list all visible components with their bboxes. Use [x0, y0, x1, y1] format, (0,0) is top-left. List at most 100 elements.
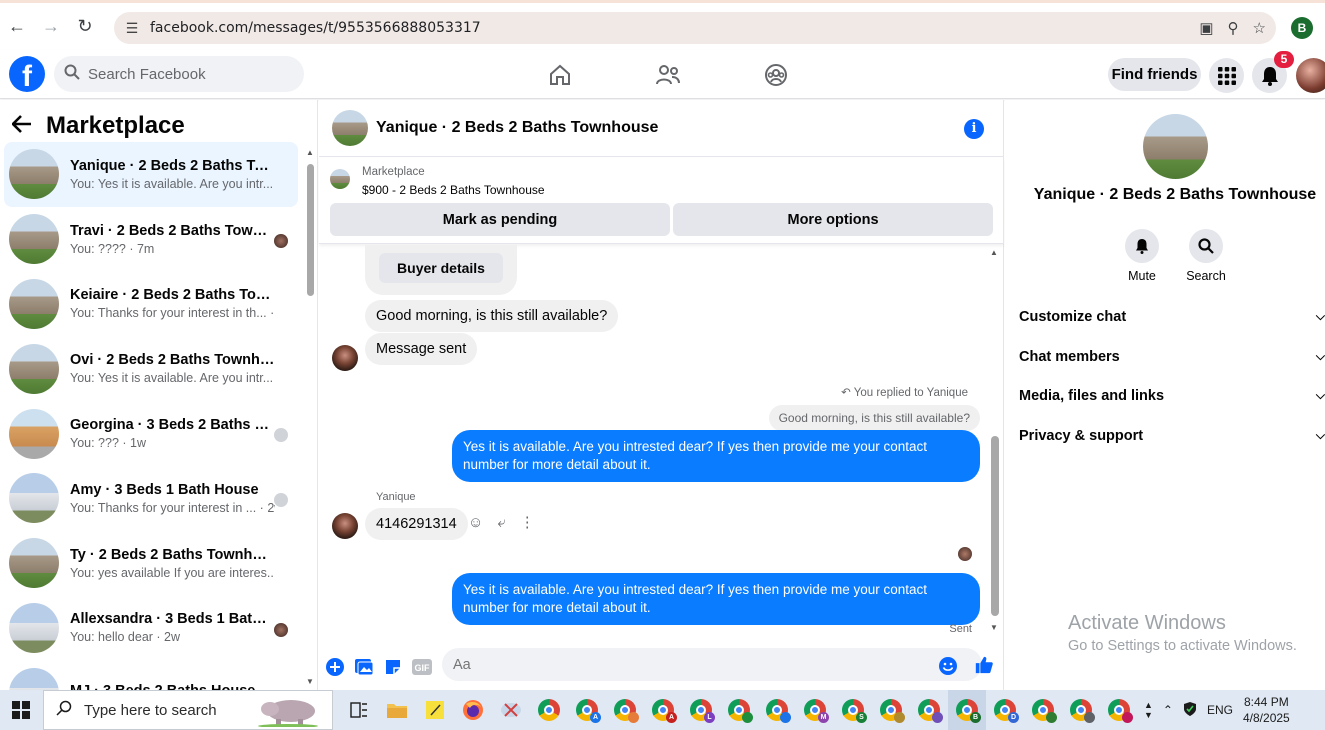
chrome-profile-icon[interactable]: S [834, 690, 872, 730]
outgoing-message[interactable]: Yes it is available. Are you intrested d… [452, 573, 980, 625]
mark-as-pending-button[interactable]: Mark as pending [330, 203, 670, 236]
chrome-profile-icon[interactable] [758, 690, 796, 730]
chrome-profile-icon[interactable] [606, 690, 644, 730]
conversation-item[interactable]: Amy · 3 Beds 1 Bath House You: Thanks for… [4, 466, 298, 531]
chrome-profile-icon[interactable]: A [644, 690, 682, 730]
outgoing-message[interactable]: Yes it is available. Are you intrested d… [452, 430, 980, 482]
windows-start-icon[interactable] [0, 690, 42, 730]
find-friends-button[interactable]: Find friends [1108, 58, 1201, 91]
quoted-message[interactable]: Good morning, is this still available? [768, 405, 980, 431]
scroll-up-arrow-icon[interactable]: ▲ [990, 248, 998, 257]
customize-chat-section[interactable]: Customize chat ⌵ [1019, 309, 1325, 325]
sticky-notes-icon[interactable] [416, 690, 454, 730]
chat-avatar[interactable] [332, 110, 368, 146]
chrome-profile-icon[interactable] [1100, 690, 1138, 730]
buyer-details-button[interactable]: Buyer details [379, 253, 503, 283]
site-settings-icon[interactable]: ☰ [114, 20, 150, 37]
scroll-down-arrow-icon[interactable]: ▼ [990, 623, 998, 632]
home-icon[interactable] [545, 60, 575, 90]
chrome-profile-icon[interactable] [910, 690, 948, 730]
groups-icon[interactable] [761, 60, 791, 90]
sender-avatar[interactable] [332, 513, 358, 539]
sender-avatar[interactable] [332, 345, 358, 371]
scrollbar-thumb[interactable] [307, 164, 314, 296]
more-options-button[interactable]: More options [673, 203, 993, 236]
photo-icon[interactable] [354, 657, 374, 677]
bell-icon[interactable] [1125, 229, 1159, 263]
chrome-profile-icon[interactable]: A [568, 690, 606, 730]
chat-info-avatar[interactable] [1143, 114, 1208, 179]
account-avatar[interactable] [1296, 58, 1325, 93]
bookmark-star-icon[interactable]: ☆ [1253, 19, 1266, 37]
chrome-profile-icon[interactable]: D [986, 690, 1024, 730]
show-hidden-icons-chevron-icon[interactable]: ⌃ [1163, 703, 1173, 717]
scroll-up-arrow-icon[interactable]: ▲ [306, 148, 314, 157]
sidebar-scrollbar[interactable]: ▲ ▼ [306, 148, 314, 686]
browser-profile-avatar[interactable]: B [1291, 17, 1313, 39]
search-icon[interactable] [1189, 229, 1223, 263]
search-field[interactable]: Search Facebook [54, 56, 304, 92]
message-input[interactable] [442, 648, 982, 681]
chrome-profile-icon[interactable]: B [948, 690, 986, 730]
scroll-down-arrow-icon[interactable]: ▼ [306, 677, 314, 686]
mute-button[interactable]: Mute [1112, 229, 1172, 283]
plus-icon[interactable] [325, 657, 345, 677]
zoom-icon[interactable]: ⚲ [1228, 19, 1239, 37]
reply-icon[interactable]: ⤶ [497, 514, 505, 531]
task-view-icon[interactable] [340, 690, 378, 730]
more-vertical-icon[interactable]: ⋮ [520, 513, 535, 531]
react-emoji-icon[interactable]: ☺ [468, 514, 483, 531]
install-app-icon[interactable]: ▣ [1199, 19, 1213, 37]
chrome-profile-icon[interactable] [872, 690, 910, 730]
chrome-profile-icon[interactable] [1024, 690, 1062, 730]
reload-icon[interactable]: ↻ [68, 10, 102, 44]
sticker-icon[interactable] [383, 657, 403, 677]
listing-thumbnail[interactable] [330, 169, 350, 189]
back-arrow-icon[interactable]: ← [0, 10, 34, 44]
taskbar-search[interactable]: Type here to search [43, 690, 333, 730]
conversation-item[interactable]: Travi · 2 Beds 2 Baths Townho... You: ???… [4, 207, 298, 272]
conversation-item[interactable]: Yanique · 2 Beds 2 Baths Townh... You: Ye… [4, 142, 298, 207]
forward-arrow-icon[interactable]: → [34, 10, 68, 44]
conversation-item[interactable]: Georgina · 3 Beds 2 Baths Ho... You: ??? … [4, 401, 298, 466]
friends-icon[interactable] [653, 60, 683, 90]
chat-members-section[interactable]: Chat members ⌵ [1019, 349, 1325, 365]
search-in-chat-button[interactable]: Search [1176, 229, 1236, 283]
back-arrow-icon[interactable] [11, 112, 32, 140]
listing-title[interactable]: $900 - 2 Beds 2 Baths Townhouse [362, 183, 545, 197]
firefox-icon[interactable] [454, 690, 492, 730]
incoming-message[interactable]: 4146291314 [365, 508, 468, 540]
chrome-profile-icon[interactable]: M [796, 690, 834, 730]
info-icon[interactable]: i [964, 119, 984, 139]
security-shield-icon[interactable] [1183, 701, 1197, 720]
url-text[interactable]: facebook.com/messages/t/9553566888053317 [150, 20, 481, 36]
conversation-item[interactable]: Keiaire · 2 Beds 2 Baths Townho... You: T… [4, 272, 298, 337]
chat-scrollbar[interactable]: ▲ ▼ [989, 248, 999, 632]
address-bar[interactable]: ☰ facebook.com/messages/t/95535668880533… [114, 12, 1276, 44]
chrome-profile-icon[interactable] [720, 690, 758, 730]
incoming-message[interactable]: Message sent [365, 333, 478, 365]
menu-grid-icon[interactable] [1209, 58, 1244, 93]
gif-icon[interactable]: GIF [412, 657, 432, 677]
privacy-support-section[interactable]: Privacy & support ⌵ [1019, 428, 1325, 444]
conversation-item[interactable]: MJ · 3 Beds 2 Baths House [4, 660, 298, 690]
profile-badge: S [856, 712, 867, 723]
chrome-profile-icon[interactable] [1062, 690, 1100, 730]
tray-scroll-icon[interactable]: ▲ ▼ [1144, 700, 1153, 720]
taskbar-clock[interactable]: 8:44 PM 4/8/2025 [1243, 694, 1290, 726]
chat-title[interactable]: Yanique · 2 Beds 2 Baths Townhouse [376, 119, 658, 137]
facebook-logo[interactable]: f [9, 56, 45, 92]
media-files-links-section[interactable]: Media, files and links ⌵ [1019, 388, 1325, 404]
conversation-item[interactable]: Allexsandra · 3 Beds 1 Bath H... You: hel… [4, 596, 298, 661]
incoming-message[interactable]: Good morning, is this still available? [365, 300, 619, 332]
scrollbar-thumb[interactable] [991, 436, 999, 616]
thumbs-up-icon[interactable] [974, 655, 994, 675]
conversation-item[interactable]: Ty · 2 Beds 2 Baths Townhouse You: yes av… [4, 531, 298, 596]
chrome-icon[interactable] [530, 690, 568, 730]
emoji-icon[interactable] [938, 656, 958, 676]
conversation-item[interactable]: Ovi · 2 Beds 2 Baths Townhouse You: Yes i… [4, 336, 298, 401]
snipping-tool-icon[interactable] [492, 690, 530, 730]
file-explorer-icon[interactable] [378, 690, 416, 730]
chrome-profile-icon[interactable]: L [682, 690, 720, 730]
language-indicator[interactable]: ENG [1207, 703, 1233, 717]
